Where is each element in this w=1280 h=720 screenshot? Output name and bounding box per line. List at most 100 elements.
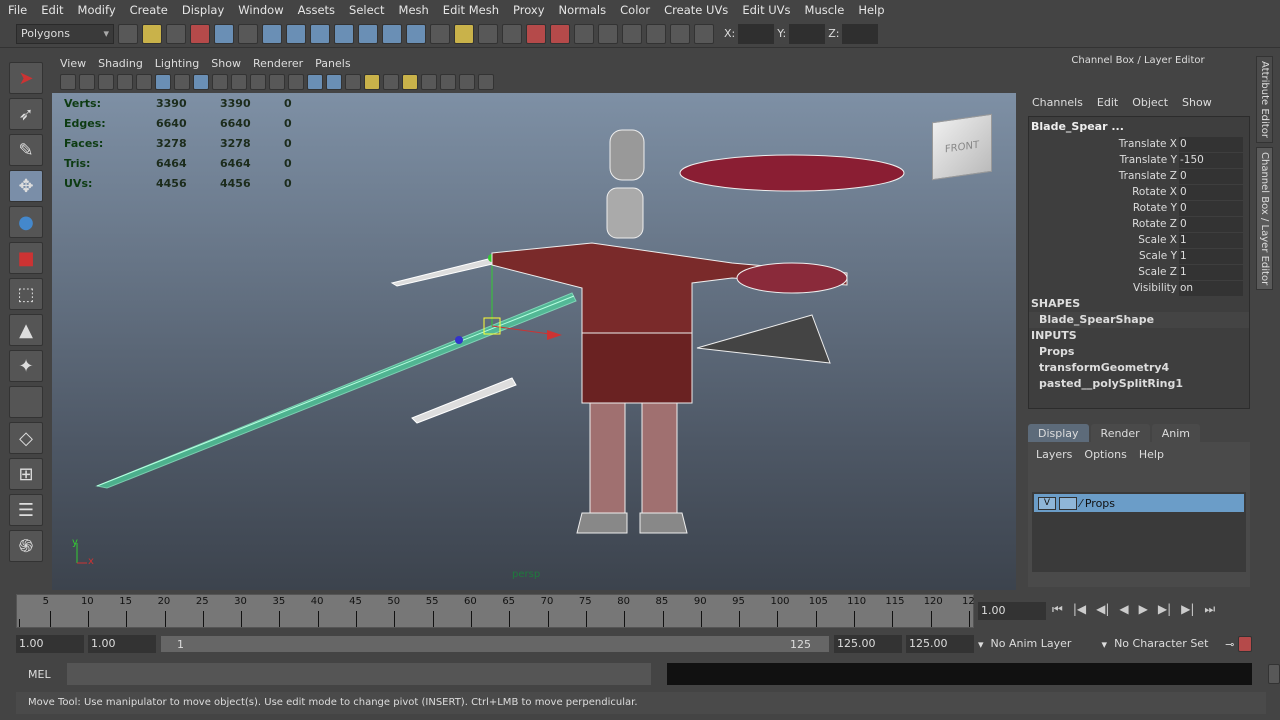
- channel-value[interactable]: 1: [1179, 248, 1243, 264]
- safe-title-icon[interactable]: [269, 74, 285, 90]
- current-frame-field[interactable]: 1.00: [978, 602, 1046, 620]
- resolution-gate-icon[interactable]: [193, 74, 209, 90]
- panel-menu-view[interactable]: View: [60, 57, 86, 70]
- menu-window[interactable]: Window: [238, 3, 283, 17]
- outliner-layout[interactable]: ☰: [9, 494, 43, 526]
- new-scene-icon[interactable]: [118, 23, 138, 44]
- gate-mask-icon[interactable]: [212, 74, 228, 90]
- anim-layer-dropdown-icon[interactable]: ▾: [978, 638, 984, 651]
- tab-attribute-editor[interactable]: Attribute Editor: [1256, 56, 1273, 143]
- panel-menu-show[interactable]: Show: [211, 57, 241, 70]
- bookmark-icon[interactable]: [98, 74, 114, 90]
- channel-row[interactable]: Rotate Z0: [1029, 216, 1249, 232]
- menu-select[interactable]: Select: [349, 3, 384, 17]
- render-mask-icon[interactable]: [406, 23, 426, 44]
- textured-icon[interactable]: [345, 74, 361, 90]
- channel-value[interactable]: on: [1179, 280, 1243, 296]
- channel-row[interactable]: Visibility on: [1029, 280, 1249, 296]
- channel-row[interactable]: Translate Y -150: [1029, 152, 1249, 168]
- snap-point-icon[interactable]: [526, 23, 546, 44]
- channel-menu-channels[interactable]: Channels: [1032, 96, 1083, 109]
- transform-input-icon[interactable]: [694, 23, 714, 44]
- menu-normals[interactable]: Normals: [559, 3, 607, 17]
- layer-menu-layers[interactable]: Layers: [1036, 448, 1072, 461]
- lights-icon[interactable]: [364, 74, 380, 90]
- channel-value[interactable]: 0: [1179, 136, 1243, 152]
- layer-row[interactable]: V ⁄ Props: [1034, 494, 1244, 512]
- tab-channel-box[interactable]: Channel Box / Layer Editor: [1256, 146, 1273, 291]
- menu-muscle[interactable]: Muscle: [805, 3, 845, 17]
- end-time-field[interactable]: 125.00: [906, 635, 974, 653]
- channel-label[interactable]: Rotate Z: [1029, 218, 1179, 230]
- input-node[interactable]: Props: [1029, 344, 1249, 360]
- misc-mask-icon[interactable]: [430, 23, 450, 44]
- channel-label[interactable]: Visibility: [1029, 282, 1179, 294]
- layer-menu-options[interactable]: Options: [1084, 448, 1126, 461]
- share-icon[interactable]: [478, 74, 494, 90]
- channel-row[interactable]: Rotate Y0: [1029, 200, 1249, 216]
- paint-select-tool[interactable]: ✎: [9, 134, 43, 166]
- channel-label[interactable]: Rotate X: [1029, 186, 1179, 198]
- menu-modify[interactable]: Modify: [78, 3, 116, 17]
- select-object-icon[interactable]: [214, 23, 234, 44]
- lasso-tool[interactable]: ➶: [9, 98, 43, 130]
- save-scene-icon[interactable]: [166, 23, 186, 44]
- render-view-icon[interactable]: [670, 23, 690, 44]
- anim-layer-selector[interactable]: No Anim Layer: [987, 635, 1098, 653]
- channel-label[interactable]: Translate X: [1029, 138, 1179, 150]
- channel-label[interactable]: Translate Y: [1029, 154, 1179, 166]
- edge-mask-icon[interactable]: [286, 23, 306, 44]
- shadows-icon[interactable]: [383, 74, 399, 90]
- channel-row[interactable]: Scale Z1: [1029, 264, 1249, 280]
- shape-node[interactable]: Blade_SpearShape: [1029, 312, 1249, 328]
- channel-row[interactable]: Translate Z0: [1029, 168, 1249, 184]
- go-to-end-icon[interactable]: ⏭: [1204, 602, 1215, 617]
- key-icon[interactable]: ⊸: [1225, 638, 1234, 651]
- field-chart-icon[interactable]: [231, 74, 247, 90]
- input-node[interactable]: transformGeometry4: [1029, 360, 1249, 376]
- menu-assets[interactable]: Assets: [298, 3, 335, 17]
- channel-label[interactable]: Scale X: [1029, 234, 1179, 246]
- menu-edit-mesh[interactable]: Edit Mesh: [443, 3, 499, 17]
- channel-menu-object[interactable]: Object: [1132, 96, 1168, 109]
- channel-row[interactable]: Translate X0: [1029, 136, 1249, 152]
- x-field[interactable]: [738, 23, 775, 44]
- snap-plane-icon[interactable]: [550, 23, 570, 44]
- time-slider[interactable]: 5 10 15 20 25 30 35 40 45 50 55 60 65 70 75 80 85 90 95 100…: [16, 594, 975, 628]
- camera-select-icon[interactable]: [60, 74, 76, 90]
- panel-menu-panels[interactable]: Panels: [315, 57, 350, 70]
- channel-row[interactable]: Scale Y1: [1029, 248, 1249, 264]
- dynamics-mask-icon[interactable]: [382, 23, 402, 44]
- last-tool[interactable]: [9, 386, 43, 418]
- menu-create-uvs[interactable]: Create UVs: [664, 3, 728, 17]
- menu-display[interactable]: Display: [182, 3, 224, 17]
- mode-selector[interactable]: Polygons: [16, 23, 114, 44]
- range-slider[interactable]: 1 125: [160, 635, 830, 653]
- universal-manipulator[interactable]: ⬚: [9, 278, 43, 310]
- menu-proxy[interactable]: Proxy: [513, 3, 545, 17]
- channel-value[interactable]: 0: [1179, 168, 1243, 184]
- snap-grid-icon[interactable]: [478, 23, 498, 44]
- xray-icon[interactable]: [440, 74, 456, 90]
- play-forward-icon[interactable]: ▶: [1139, 602, 1148, 617]
- select-hierarchy-icon[interactable]: [190, 23, 210, 44]
- 2d-pan-icon[interactable]: [136, 74, 152, 90]
- render-icon[interactable]: [598, 23, 618, 44]
- channel-row[interactable]: Rotate X0: [1029, 184, 1249, 200]
- history-icon[interactable]: [574, 23, 594, 44]
- scale-tool[interactable]: ■: [9, 242, 43, 274]
- character-set-dropdown-icon[interactable]: ▾: [1102, 638, 1108, 651]
- render-settings-icon[interactable]: [646, 23, 666, 44]
- step-forward-icon[interactable]: ▶|: [1181, 602, 1194, 617]
- play-backward-icon[interactable]: ◀: [1119, 602, 1128, 617]
- channel-menu-show[interactable]: Show: [1182, 96, 1212, 109]
- camera-attr-icon[interactable]: [79, 74, 95, 90]
- menu-edit-uvs[interactable]: Edit UVs: [742, 3, 790, 17]
- anim-prefs-icon[interactable]: [1238, 636, 1253, 652]
- snap-curve-icon[interactable]: [502, 23, 522, 44]
- show-manipulator-tool[interactable]: ✦: [9, 350, 43, 382]
- channel-menu-edit[interactable]: Edit: [1097, 96, 1118, 109]
- go-to-start-icon[interactable]: ⏮: [1052, 602, 1063, 617]
- menu-mesh[interactable]: Mesh: [399, 3, 429, 17]
- select-component-icon[interactable]: [238, 23, 258, 44]
